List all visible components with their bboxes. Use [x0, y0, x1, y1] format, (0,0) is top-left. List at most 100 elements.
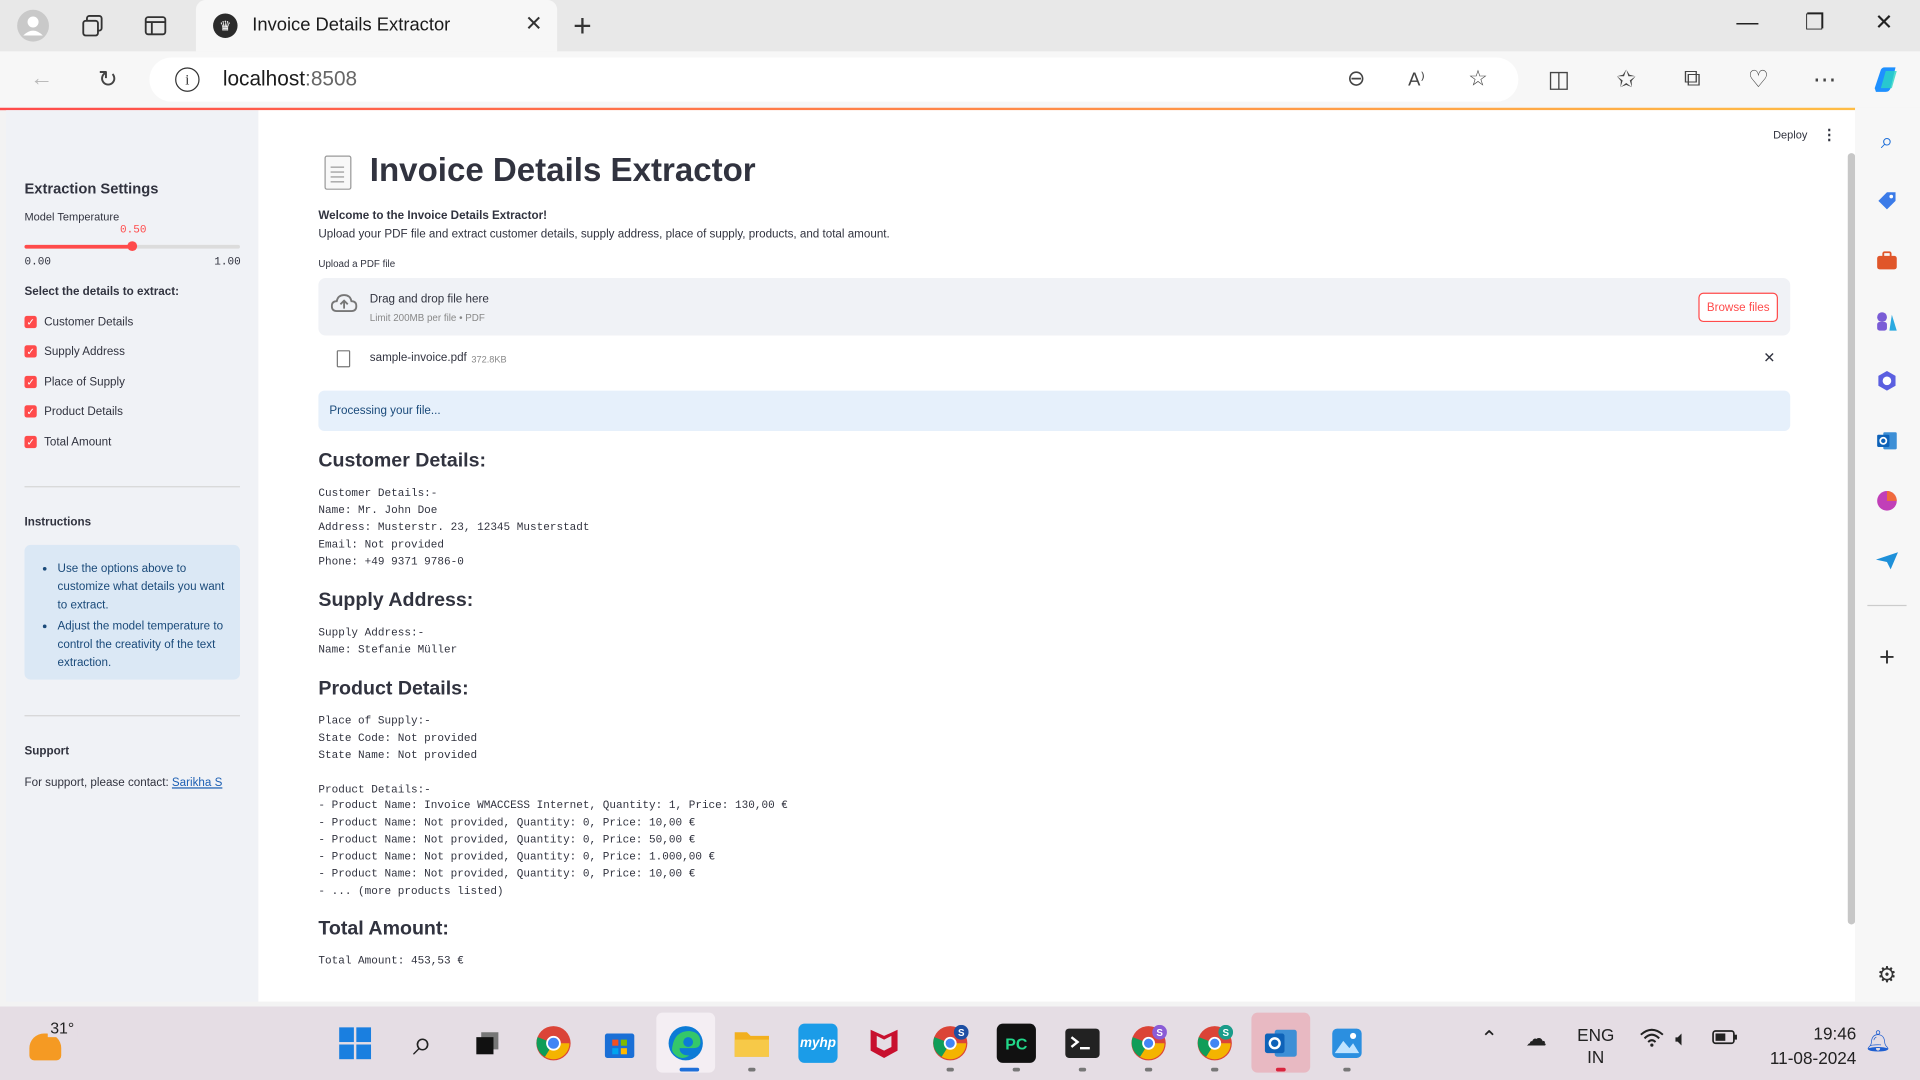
file-icon [336, 350, 351, 368]
info-icon[interactable]: i [175, 67, 200, 92]
option-place-of-supply[interactable]: ✓ Place of Supply [24, 373, 125, 390]
option-customer-details[interactable]: ✓ Customer Details [24, 313, 133, 330]
temperature-slider[interactable]: 0.50 [24, 224, 241, 252]
file-name: sample-invoice.pdf [369, 351, 467, 365]
outlook-running-indicator [1275, 1067, 1286, 1072]
page-title: Invoice Details Extractor [369, 151, 756, 189]
settings-gear-icon[interactable]: ⚙ [1871, 960, 1903, 989]
file-explorer-icon[interactable] [732, 1024, 771, 1063]
url-text[interactable]: localhost:8508 [223, 67, 357, 91]
favorite-star-icon[interactable]: ☆ [1468, 66, 1488, 92]
output-line: Place of Supply:- [318, 715, 431, 728]
sidebar: Extraction Settings Model Temperature 0.… [6, 110, 259, 1002]
outlook-taskbar-icon[interactable] [1261, 1024, 1300, 1063]
search-icon[interactable]: ⌕ [1871, 126, 1903, 155]
browser-essentials-icon[interactable]: ♡ [1741, 64, 1775, 96]
file-dropzone[interactable]: Drag and drop file here Limit 200MB per … [318, 277, 1791, 336]
browse-files-button[interactable]: Browse files [1698, 292, 1778, 323]
restore-button[interactable]: ❐ [1805, 10, 1825, 36]
copilot-icon[interactable] [1869, 64, 1903, 96]
microsoft-365-icon[interactable] [1871, 366, 1903, 395]
myhp-icon[interactable]: myhp [798, 1023, 838, 1063]
checkbox-checked-icon[interactable]: ✓ [24, 405, 37, 418]
option-total-amount[interactable]: ✓ Total Amount [24, 433, 111, 450]
designer-icon[interactable] [1871, 486, 1903, 515]
output-line: Product Details:- [318, 783, 431, 796]
slider-thumb[interactable] [127, 241, 138, 252]
split-screen-icon[interactable]: ◫ [1542, 64, 1576, 96]
support-link[interactable]: Sarikha S [172, 776, 222, 789]
address-bar[interactable]: i localhost:8508 ⊖ A⁾ ☆ [149, 57, 1519, 102]
minimize-button[interactable]: — [1736, 10, 1758, 36]
option-product-details[interactable]: ✓ Product Details [24, 403, 123, 420]
back-icon[interactable]: ← [24, 64, 58, 96]
microsoft-store-icon[interactable] [600, 1024, 639, 1063]
notification-bell-icon[interactable]: 🔔︎ [1865, 1030, 1891, 1054]
chrome-profile-s-icon[interactable]: S [931, 1024, 970, 1063]
checkbox-checked-icon[interactable]: ✓ [24, 435, 37, 449]
temperature-label: Model Temperature [24, 210, 120, 223]
chrome-icon[interactable] [534, 1024, 573, 1063]
main-menu-icon[interactable]: ⋮ [1822, 126, 1837, 143]
option-label: Customer Details [44, 315, 134, 329]
zoom-out-icon[interactable]: ⊖ [1347, 66, 1365, 92]
checkbox-checked-icon[interactable]: ✓ [24, 315, 37, 329]
chrome-profile-s-teal-icon[interactable]: S [1195, 1024, 1234, 1063]
windows-start-icon[interactable] [336, 1024, 375, 1063]
photos-icon[interactable] [1327, 1024, 1366, 1063]
language-indicator[interactable]: ENG IN [1577, 1024, 1614, 1068]
system-clock[interactable]: 19:46 11-08-2024 [1751, 1021, 1856, 1070]
output-line: - Product Name: Not provided, Quantity: … [318, 834, 696, 847]
supply-address-output: Supply Address:- Name: Stefanie Müller [318, 626, 457, 660]
checkbox-checked-icon[interactable]: ✓ [24, 375, 37, 389]
volume-icon[interactable]: 🔈︎ [1675, 1027, 1687, 1051]
tab-invoice-extractor[interactable]: ♛ Invoice Details Extractor ✕ [195, 0, 558, 52]
tab-actions-icon[interactable] [137, 7, 174, 44]
outlook-icon[interactable] [1871, 426, 1903, 455]
show-hidden-icons-chevron-icon[interactable]: ⌃ [1480, 1027, 1497, 1051]
tab-title: Invoice Details Extractor [252, 14, 451, 36]
search-taskbar-icon[interactable]: ⌕ [403, 1023, 442, 1063]
workspaces-icon[interactable] [75, 7, 112, 44]
onedrive-offline-icon[interactable]: ☁ [1526, 1027, 1547, 1051]
tools-icon[interactable] [1871, 246, 1903, 275]
edge-icon[interactable] [666, 1024, 705, 1063]
shopping-tag-icon[interactable] [1871, 186, 1903, 215]
deploy-button[interactable]: Deploy [1773, 129, 1807, 141]
region-code: IN [1587, 1046, 1605, 1067]
mcafee-icon[interactable] [864, 1024, 903, 1063]
task-view-icon[interactable] [468, 1024, 507, 1063]
weather-temperature: 31° [47, 1018, 77, 1038]
running-indicator [1144, 1067, 1153, 1072]
read-aloud-icon[interactable]: A⁾ [1408, 69, 1425, 91]
battery-icon[interactable] [1712, 1027, 1739, 1051]
welcome-text: Welcome to the Invoice Details Extractor… [318, 209, 548, 223]
page-scrollbar[interactable] [1847, 153, 1856, 925]
checkbox-checked-icon[interactable]: ✓ [24, 345, 37, 358]
option-supply-address[interactable]: ✓ Supply Address [24, 343, 125, 360]
terminal-icon[interactable] [1063, 1024, 1102, 1063]
wifi-icon[interactable] [1640, 1027, 1664, 1053]
chrome-profile-s-purple-icon[interactable]: S [1129, 1024, 1168, 1063]
weather-widget[interactable]: 31° [27, 1018, 77, 1063]
profile-icon[interactable] [15, 7, 52, 44]
close-window-button[interactable]: ✕ [1875, 10, 1893, 36]
clock-date: 11-08-2024 [1769, 1048, 1857, 1068]
remove-file-icon[interactable]: ✕ [1763, 349, 1775, 366]
add-icon[interactable]: + [1871, 642, 1903, 673]
tab-close-icon[interactable]: ✕ [525, 12, 542, 36]
output-line: Email: Not provided [318, 538, 445, 551]
new-tab-button[interactable]: + [573, 7, 592, 45]
more-icon[interactable]: ⋯ [1807, 64, 1841, 96]
refresh-icon[interactable]: ↻ [91, 64, 125, 96]
output-line: State Name: Not provided [318, 749, 478, 762]
send-icon[interactable] [1871, 546, 1903, 575]
running-indicator [1078, 1067, 1087, 1072]
collections-icon[interactable]: ⧉ [1675, 64, 1709, 96]
pycharm-icon[interactable]: PC [996, 1023, 1036, 1063]
option-label: Product Details [44, 404, 123, 419]
favorites-icon[interactable]: ✩ [1609, 64, 1643, 96]
games-icon[interactable] [1871, 306, 1903, 335]
windows-taskbar: 31° ⌕ myhp S PC S S ⌃ ☁ ENG IN 🔈︎ 19:46 … [0, 1006, 1920, 1080]
